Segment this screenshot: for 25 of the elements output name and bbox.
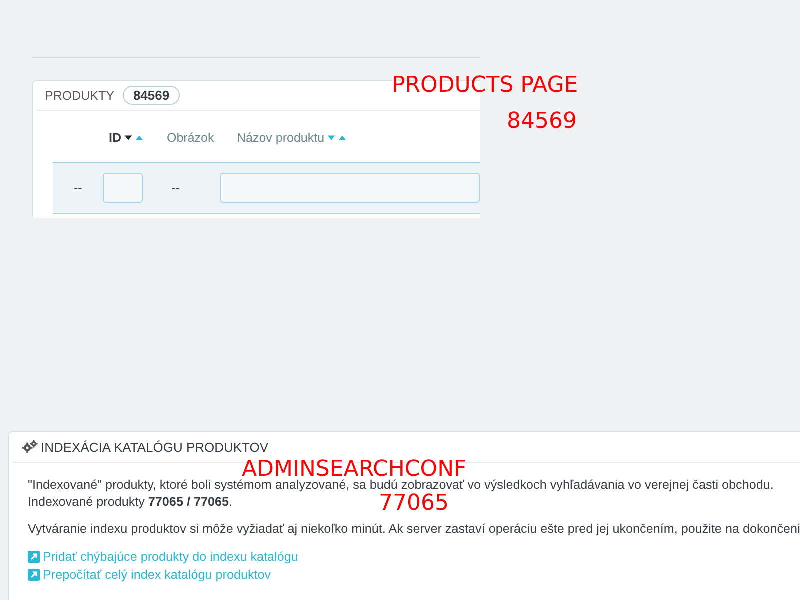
panel-title: PRODUKTY [45, 88, 114, 102]
annotation-label: 77065 [379, 492, 449, 516]
paragraph-line: Indexované produkty 77065 / 77065. [28, 494, 232, 511]
column-header: ID [109, 130, 122, 144]
annotation-label: 84569 [507, 110, 577, 134]
column-header-cell[interactable]: ID [109, 130, 144, 144]
table-cell: -- [171, 181, 180, 195]
column-header-cell[interactable]: Názov produktu [237, 130, 347, 144]
external-link-icon [28, 569, 40, 581]
panel-title: INDEXÁCIA KATALÓGU PRODUKTOV [41, 440, 269, 454]
table-cell: -- [74, 181, 82, 195]
paragraph-line: "Indexované" produkty, ktoré boli systémom analyzované, sa budú zobrazovať vo výsledkoch vyhľadávania vo verejnej časti obchodu. [28, 477, 774, 494]
action-link[interactable]: Pridať chýbajúce produkty do indexu katalógu [28, 548, 298, 566]
column-header: Názov produktu [237, 130, 325, 144]
gears-icon [22, 440, 38, 454]
sort-descending-icon[interactable] [124, 134, 132, 140]
product-count: 84569 [123, 86, 180, 105]
paragraph-line: Vytváranie indexu produktov si môže vyžiadať aj niekoľko minút. Ak server zastaví operáciu ešte pred jej ukončením, použite na dokončeni [28, 521, 800, 538]
name-filter-field[interactable] [220, 173, 480, 203]
id-filter-field[interactable] [103, 173, 144, 203]
external-link-icon [28, 551, 40, 563]
column-header: Obrázok [167, 130, 214, 144]
action-link[interactable]: Prepočítať celý index katalógu produktov [28, 566, 272, 584]
annotation-label: PRODUCTS PAGE [392, 74, 578, 98]
sort-ascending-icon[interactable] [338, 134, 347, 140]
